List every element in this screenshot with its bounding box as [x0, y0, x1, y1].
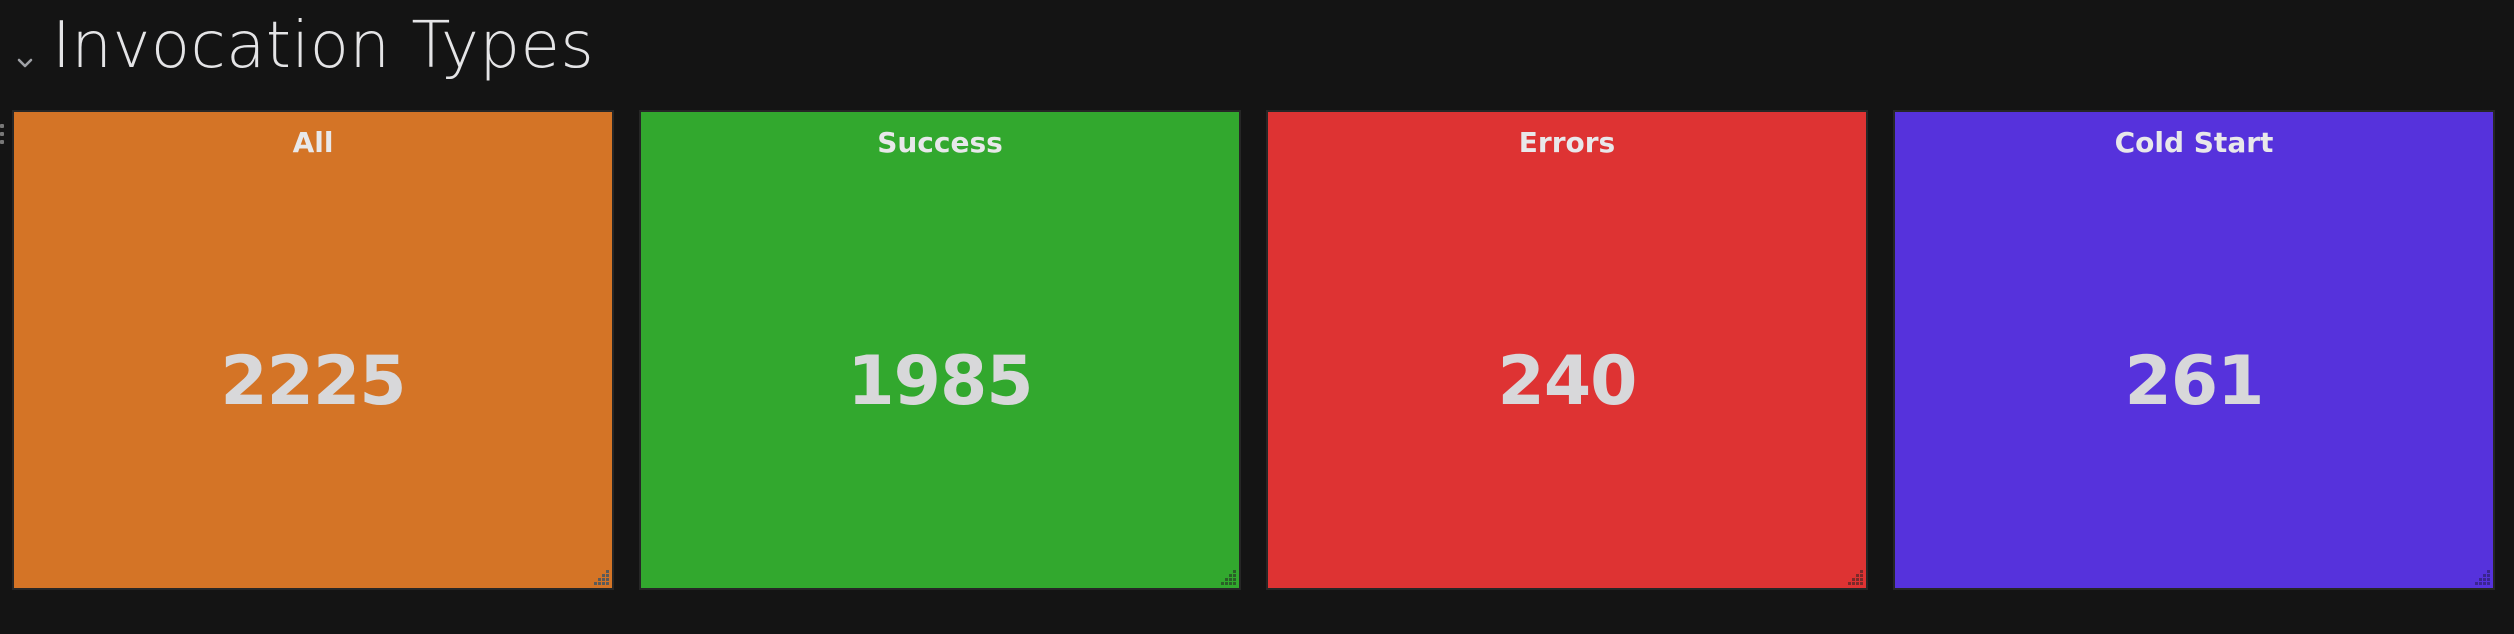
stat-panel-errors[interactable]: Errors 240	[1266, 110, 1868, 590]
panel-value: 240	[1497, 342, 1638, 421]
panel-title[interactable]: All	[14, 126, 612, 159]
panel-value: 1985	[847, 342, 1033, 421]
stat-panel-success[interactable]: Success 1985	[639, 110, 1241, 590]
drag-handle-icon[interactable]	[0, 124, 6, 150]
panel-value: 261	[2124, 342, 2265, 421]
panel-title[interactable]: Cold Start	[1895, 126, 2493, 159]
resize-handle-icon[interactable]	[2473, 568, 2491, 586]
resize-handle-icon[interactable]	[592, 568, 610, 586]
panel-title[interactable]: Errors	[1268, 126, 1866, 159]
stat-panel-all[interactable]: All 2225	[12, 110, 614, 590]
chevron-down-icon[interactable]	[14, 52, 36, 74]
resize-handle-icon[interactable]	[1219, 568, 1237, 586]
stat-panel-cold-start[interactable]: Cold Start 261	[1893, 110, 2495, 590]
resize-handle-icon[interactable]	[1846, 568, 1864, 586]
row-header: Invocation Types	[0, 0, 2514, 100]
panel-value: 2225	[220, 342, 406, 421]
panel-title[interactable]: Success	[641, 126, 1239, 159]
row-title[interactable]: Invocation Types	[52, 2, 594, 90]
